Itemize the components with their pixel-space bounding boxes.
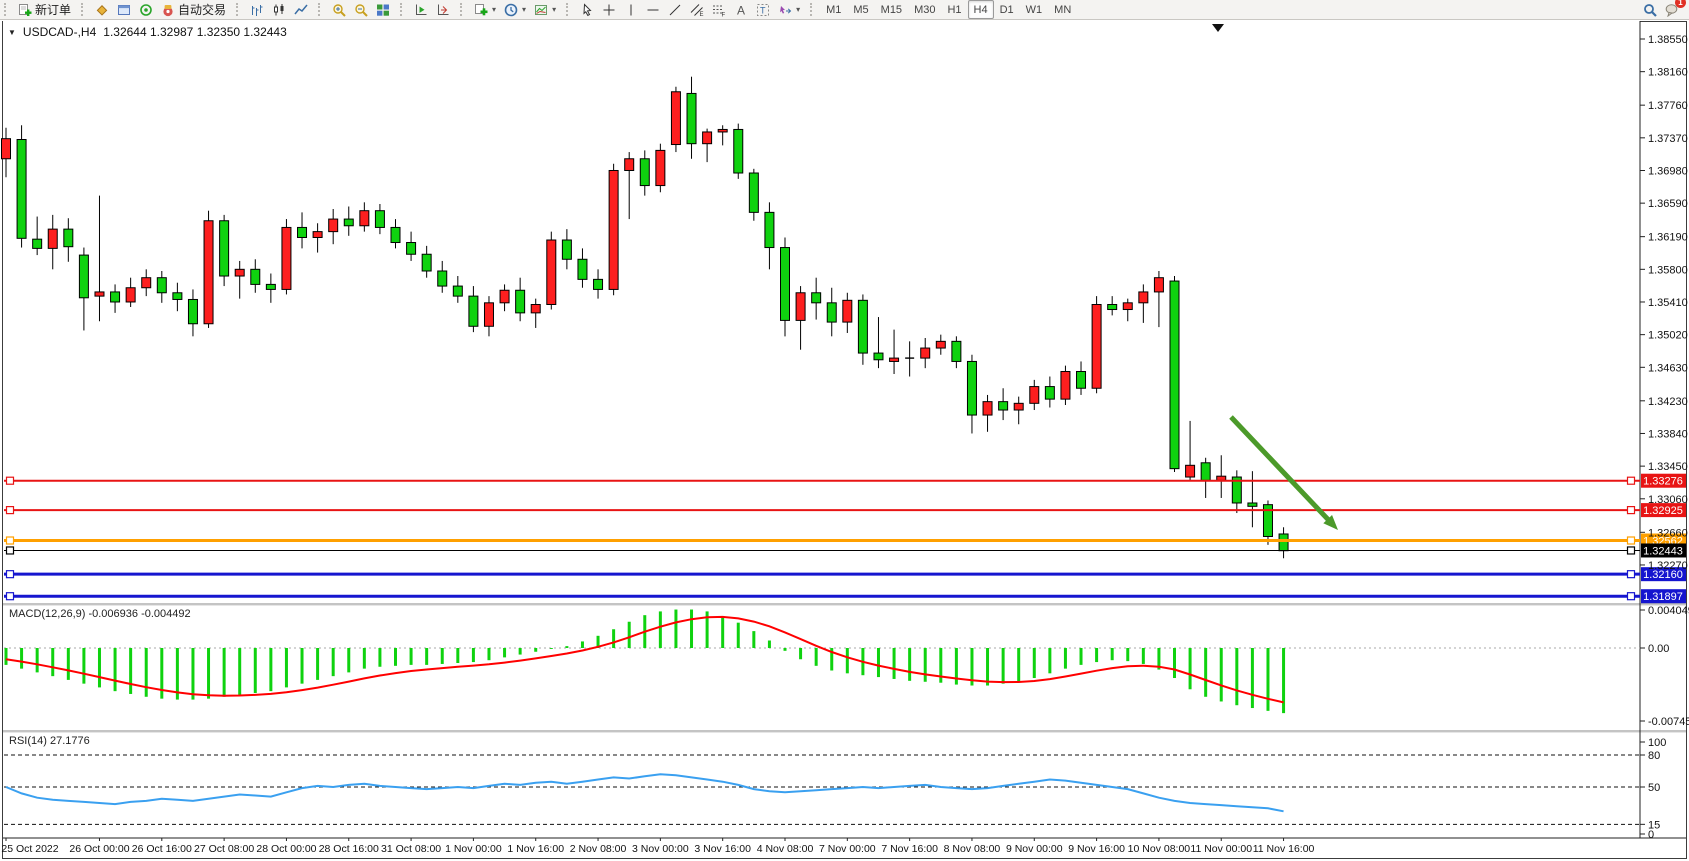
time-axis-label: 11 Nov 00:00 — [1190, 843, 1252, 855]
rsi-axis-label: 80 — [1648, 750, 1660, 762]
svg-text:1.32443: 1.32443 — [1643, 545, 1683, 557]
rsi-indicator-label: RSI(14) 27.1776 — [9, 735, 90, 747]
line-handle[interactable] — [1628, 547, 1635, 554]
chart-title[interactable]: ▼ USDCAD-,H4 1.32644 1.32987 1.32350 1.3… — [8, 25, 287, 39]
time-axis-label: 3 Nov 16:00 — [694, 843, 751, 855]
price-axis-label: 1.36980 — [1648, 165, 1688, 177]
svg-text:1.32925: 1.32925 — [1643, 505, 1683, 517]
time-axis-label: 10 Nov 08:00 — [1128, 843, 1191, 855]
rsi-axis-label: 100 — [1648, 737, 1666, 749]
line-handle[interactable] — [1628, 537, 1635, 544]
price-axis-label: 1.38550 — [1648, 34, 1688, 46]
time-axis-label: 9 Nov 00:00 — [1006, 843, 1063, 855]
time-axis-label: 3 Nov 00:00 — [632, 843, 689, 855]
time-axis-label: 1 Nov 16:00 — [507, 843, 564, 855]
time-axis-label: 8 Nov 08:00 — [944, 843, 1001, 855]
time-axis-label: 7 Nov 00:00 — [819, 843, 876, 855]
svg-text:1.31897: 1.31897 — [1643, 591, 1683, 603]
chart-plot-area[interactable] — [3, 21, 1640, 838]
time-axis-label: 31 Oct 08:00 — [381, 843, 441, 855]
time-axis-label: 27 Oct 08:00 — [194, 843, 254, 855]
line-handle[interactable] — [7, 477, 14, 484]
line-handle[interactable] — [1628, 593, 1635, 600]
collapse-triangle-icon[interactable]: ▼ — [8, 28, 16, 37]
price-axis-label: 1.34630 — [1648, 362, 1688, 374]
line-handle[interactable] — [7, 593, 14, 600]
line-handle[interactable] — [1628, 571, 1635, 578]
time-axis-label: 25 Oct 2022 — [1, 843, 58, 855]
price-axis-label: 1.34230 — [1648, 396, 1688, 408]
macd-axis-label: 0.004049 — [1648, 605, 1689, 617]
line-handle[interactable] — [7, 537, 14, 544]
macd-indicator-label: MACD(12,26,9) -0.006936 -0.004492 — [9, 608, 191, 620]
time-axis-label: 28 Oct 16:00 — [319, 843, 379, 855]
line-handle[interactable] — [7, 547, 14, 554]
price-axis-label: 1.36590 — [1648, 198, 1688, 210]
chart-title-symbol: USDCAD-,H4 — [23, 25, 96, 39]
price-axis-label: 1.32270 — [1648, 560, 1688, 572]
mt4-application: { "toolbar": { "groups": [ {"items": [{"… — [0, 0, 1689, 861]
chart-title-ohlc: 1.32644 1.32987 1.32350 1.32443 — [103, 25, 287, 39]
price-axis-label: 1.37370 — [1648, 133, 1688, 145]
time-axis-label: 26 Oct 16:00 — [132, 843, 192, 855]
time-axis-label: 7 Nov 16:00 — [881, 843, 938, 855]
time-axis-label: 2 Nov 08:00 — [570, 843, 627, 855]
line-handle[interactable] — [7, 571, 14, 578]
macd-axis-label: -0.007459 — [1648, 716, 1689, 728]
price-axis-label: 1.32660 — [1648, 527, 1688, 539]
line-handle[interactable] — [1628, 477, 1635, 484]
price-axis-label: 1.37760 — [1648, 100, 1688, 112]
line-handle[interactable] — [7, 507, 14, 514]
svg-text:1.33276: 1.33276 — [1643, 476, 1683, 488]
price-axis-label: 1.33450 — [1648, 461, 1688, 473]
price-axis-label: 1.36190 — [1648, 232, 1688, 244]
time-axis-label: 26 Oct 00:00 — [69, 843, 129, 855]
time-axis-label: 4 Nov 08:00 — [757, 843, 814, 855]
price-axis-label: 1.38160 — [1648, 67, 1688, 79]
rsi-axis-label: 50 — [1648, 782, 1660, 794]
time-axis-label: 9 Nov 16:00 — [1068, 843, 1125, 855]
line-handle[interactable] — [1628, 507, 1635, 514]
rsi-axis-label: 0 — [1648, 829, 1654, 841]
time-axis-label: 1 Nov 00:00 — [445, 843, 502, 855]
macd-axis-label: 0.00 — [1648, 643, 1669, 655]
price-axis-label: 1.35410 — [1648, 297, 1688, 309]
price-axis-label: 1.33840 — [1648, 428, 1688, 440]
time-axis-label: 28 Oct 00:00 — [256, 843, 316, 855]
time-axis-label: 11 Nov 16:00 — [1253, 843, 1315, 855]
chart-canvas[interactable]: 1.332761.329251.325621.324431.321601.318… — [0, 0, 1689, 861]
price-axis-label: 1.33060 — [1648, 494, 1688, 506]
price-axis-label: 1.35020 — [1648, 330, 1688, 342]
price-axis-label: 1.35800 — [1648, 264, 1688, 276]
